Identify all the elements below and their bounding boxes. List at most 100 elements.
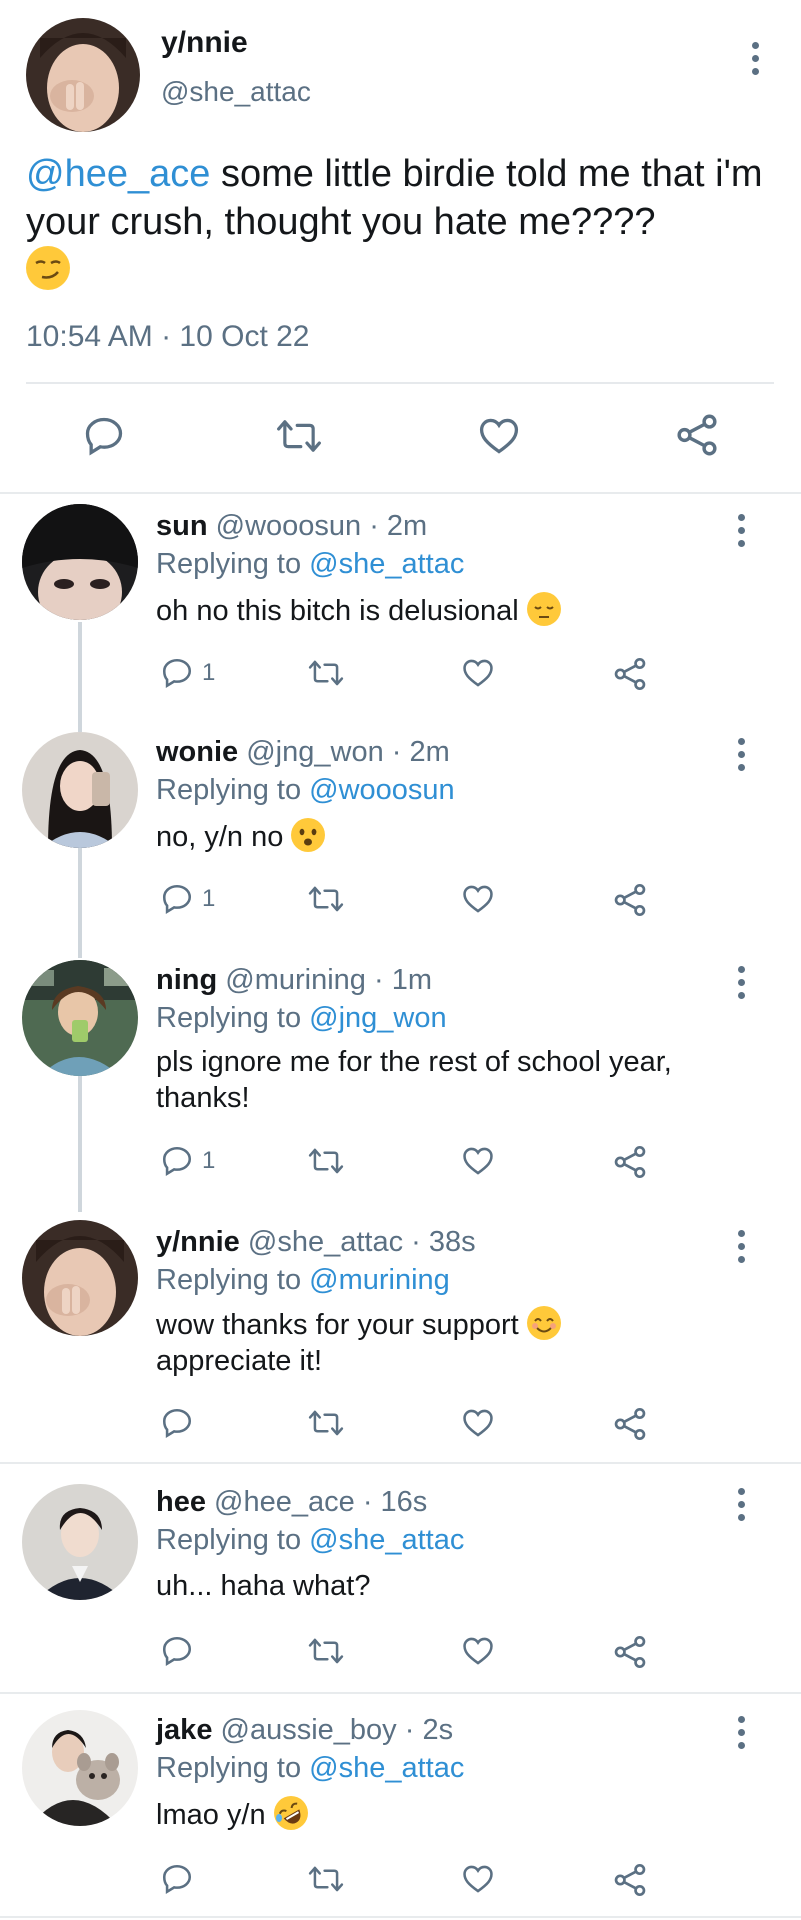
reply-tweet[interactable]: hee @hee_ace · 16s Replying to @she_atta… <box>0 1464 801 1690</box>
retweet-icon[interactable] <box>308 1634 344 1668</box>
mention-link[interactable]: @wooosun <box>309 774 455 806</box>
share-icon[interactable] <box>612 1406 648 1442</box>
reply-text: no, y/n no <box>156 818 756 855</box>
avatar[interactable] <box>22 960 138 1076</box>
more-icon[interactable] <box>736 966 746 999</box>
author-name[interactable]: sun <box>156 510 208 542</box>
reply-time: · 16s <box>362 1486 428 1518</box>
share-icon[interactable] <box>674 412 720 458</box>
replying-to: Replying to @she_attac <box>156 1524 464 1557</box>
replying-prefix: Replying to <box>156 774 310 806</box>
tweet-thread-screen: y/nnie @she_attac @hee_ace some little b… <box>0 0 801 1920</box>
avatar[interactable] <box>26 18 140 132</box>
more-icon[interactable] <box>736 1488 746 1521</box>
author-handle[interactable]: @jng_won <box>246 736 383 768</box>
mention-link[interactable]: @jng_won <box>309 1002 446 1034</box>
author-name[interactable]: y/nnie <box>161 26 248 60</box>
author-name[interactable]: ning <box>156 964 217 996</box>
retweet-icon[interactable] <box>308 1862 344 1896</box>
replying-prefix: Replying to <box>156 1524 310 1556</box>
retweet-icon[interactable] <box>308 882 344 916</box>
reply-icon[interactable]: 1 <box>160 1144 215 1178</box>
share-icon[interactable] <box>612 882 648 918</box>
reply-time: · 2m <box>369 510 428 542</box>
retweet-icon[interactable] <box>308 1144 344 1178</box>
retweet-icon[interactable] <box>276 414 322 458</box>
mention-link[interactable]: @murining <box>309 1264 450 1296</box>
reply-text: wow thanks for your support appreciate i… <box>156 1306 756 1379</box>
reply-text: pls ignore me for the rest of school yea… <box>156 1044 736 1116</box>
avatar[interactable] <box>22 1484 138 1600</box>
author-name[interactable]: hee <box>156 1486 206 1518</box>
reply-header: ning @murining · 1m <box>156 964 432 997</box>
reply-body-line2: appreciate it! <box>156 1345 323 1377</box>
replying-prefix: Replying to <box>156 1752 310 1784</box>
more-icon[interactable] <box>736 1716 746 1749</box>
author-name[interactable]: y/nnie <box>156 1226 240 1258</box>
replying-to: Replying to @wooosun <box>156 774 455 807</box>
main-tweet: y/nnie @she_attac @hee_ace some little b… <box>0 0 801 494</box>
author-handle[interactable]: @she_attac <box>248 1226 403 1258</box>
share-icon[interactable] <box>612 1144 648 1180</box>
reply-tweet[interactable]: sun @wooosun · 2m Replying to @she_attac… <box>0 492 801 718</box>
more-icon[interactable] <box>750 42 760 75</box>
reply-time: · 2m <box>391 736 450 768</box>
reply-tweet[interactable]: y/nnie @she_attac · 38s Replying to @mur… <box>0 1212 801 1464</box>
author-handle[interactable]: @she_attac <box>161 76 311 108</box>
worried-emoji-icon <box>291 818 326 852</box>
reply-header: sun @wooosun · 2m <box>156 510 427 543</box>
replying-to: Replying to @she_attac <box>156 1752 464 1785</box>
reply-tweet[interactable]: jake @aussie_boy · 2s Replying to @she_a… <box>0 1694 801 1920</box>
mention-link[interactable]: @hee_ace <box>26 153 210 195</box>
reply-icon[interactable] <box>160 1634 194 1668</box>
reply-text: uh... haha what? <box>156 1568 756 1604</box>
reply-header: jake @aussie_boy · 2s <box>156 1714 453 1747</box>
author-name[interactable]: wonie <box>156 736 238 768</box>
mention-link[interactable]: @she_attac <box>309 1524 464 1556</box>
author-handle[interactable]: @murining <box>225 964 366 996</box>
reply-icon[interactable] <box>160 1862 194 1896</box>
heart-icon[interactable] <box>476 414 522 458</box>
reply-icon[interactable]: 1 <box>160 882 215 916</box>
reply-time: · 2s <box>404 1714 454 1746</box>
reply-count: 1 <box>202 659 216 686</box>
reply-body: oh no this bitch is delusional <box>156 595 519 627</box>
share-icon[interactable] <box>612 1862 648 1898</box>
heart-icon[interactable] <box>460 1406 496 1440</box>
reply-icon[interactable] <box>160 1406 194 1440</box>
reply-icon[interactable]: 1 <box>160 656 215 690</box>
heart-icon[interactable] <box>460 656 496 690</box>
replying-to: Replying to @murining <box>156 1264 450 1297</box>
author-handle[interactable]: @hee_ace <box>214 1486 355 1518</box>
reply-tweet[interactable]: ning @murining · 1m Replying to @jng_won… <box>0 948 801 1210</box>
share-icon[interactable] <box>612 1634 648 1670</box>
heart-icon[interactable] <box>460 1144 496 1178</box>
rofl-emoji-icon <box>273 1796 308 1830</box>
heart-icon[interactable] <box>460 882 496 916</box>
more-icon[interactable] <box>736 738 746 771</box>
more-icon[interactable] <box>736 1230 746 1263</box>
share-icon[interactable] <box>612 656 648 692</box>
retweet-icon[interactable] <box>308 1406 344 1440</box>
mention-link[interactable]: @she_attac <box>309 1752 464 1784</box>
retweet-icon[interactable] <box>308 656 344 690</box>
avatar[interactable] <box>22 1710 138 1826</box>
author-name[interactable]: jake <box>156 1714 212 1746</box>
reply-tweet[interactable]: wonie @jng_won · 2m Replying to @wooosun… <box>0 720 801 946</box>
more-icon[interactable] <box>736 514 746 547</box>
heart-icon[interactable] <box>460 1634 496 1668</box>
tweet-timestamp: 10:54 AM · 10 Oct 22 <box>26 320 310 353</box>
reply-text: oh no this bitch is delusional <box>156 592 756 629</box>
reply-icon[interactable] <box>82 414 126 458</box>
author-handle[interactable]: @aussie_boy <box>221 1714 397 1746</box>
avatar[interactable] <box>22 732 138 848</box>
author-handle[interactable]: @wooosun <box>216 510 362 542</box>
replying-to: Replying to @jng_won <box>156 1002 447 1035</box>
avatar[interactable] <box>22 504 138 620</box>
avatar[interactable] <box>22 1220 138 1336</box>
reply-text: lmao y/n <box>156 1796 756 1833</box>
replying-to: Replying to @she_attac <box>156 548 464 581</box>
reply-header: wonie @jng_won · 2m <box>156 736 450 769</box>
mention-link[interactable]: @she_attac <box>309 548 464 580</box>
heart-icon[interactable] <box>460 1862 496 1896</box>
